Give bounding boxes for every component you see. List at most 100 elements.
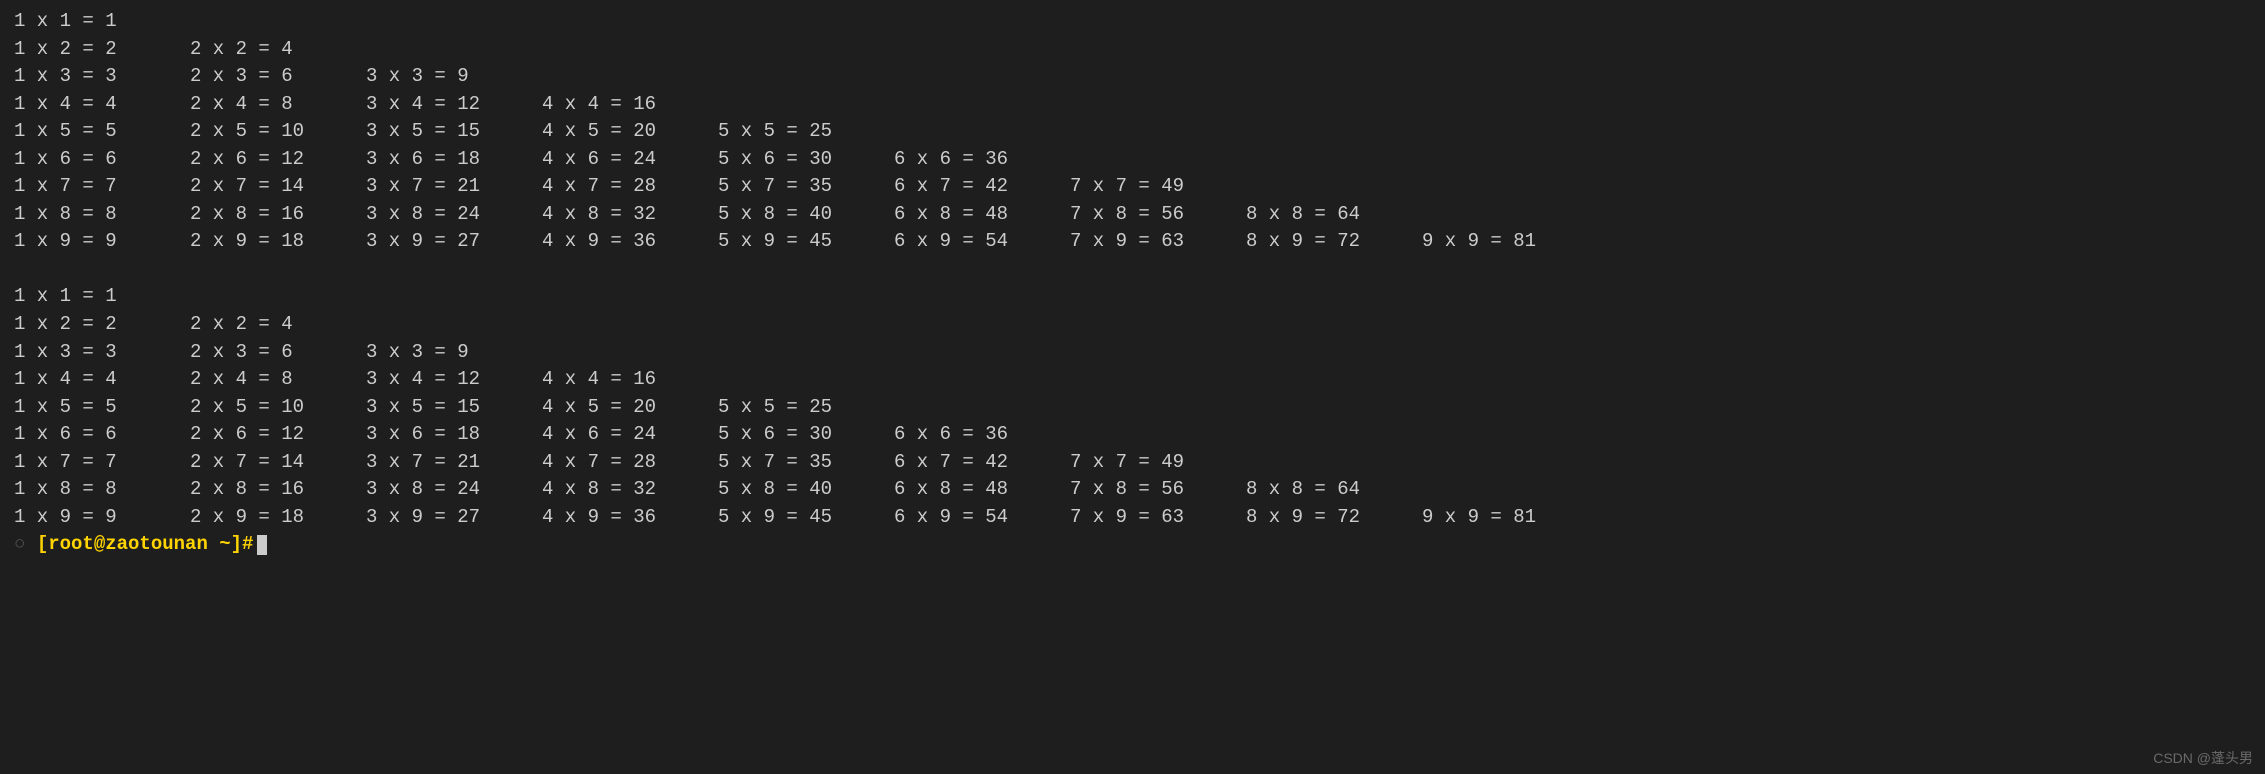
- mult-cell: 1 x 9 = 9: [14, 228, 190, 256]
- mult-cell: 6 x 6 = 36: [894, 146, 1070, 174]
- mult-cell: 4 x 7 = 28: [542, 449, 718, 477]
- mult-cell: 2 x 3 = 6: [190, 339, 366, 367]
- mult-cell: 8 x 9 = 72: [1246, 504, 1422, 532]
- mult-cell: 3 x 9 = 27: [366, 504, 542, 532]
- prompt-path: ~: [219, 533, 230, 555]
- mult-cell: 6 x 8 = 48: [894, 201, 1070, 229]
- mult-cell: 1 x 1 = 1: [14, 8, 190, 36]
- mult-cell: 4 x 9 = 36: [542, 504, 718, 532]
- prompt-suffix: ]#: [231, 533, 254, 555]
- mult-cell: 7 x 9 = 63: [1070, 228, 1246, 256]
- mult-cell: 2 x 2 = 4: [190, 311, 366, 339]
- mult-cell: 5 x 6 = 30: [718, 421, 894, 449]
- mult-cell: 2 x 8 = 16: [190, 476, 366, 504]
- terminal-output[interactable]: 1 x 1 = 11 x 2 = 22 x 2 = 41 x 3 = 32 x …: [0, 0, 2265, 567]
- mult-cell: 4 x 8 = 32: [542, 476, 718, 504]
- mult-cell: 2 x 7 = 14: [190, 173, 366, 201]
- output-row: 1 x 3 = 32 x 3 = 63 x 3 = 9: [14, 339, 2251, 367]
- mult-cell: 8 x 8 = 64: [1246, 201, 1422, 229]
- mult-cell: 3 x 4 = 12: [366, 366, 542, 394]
- mult-cell: 5 x 8 = 40: [718, 476, 894, 504]
- mult-cell: 2 x 3 = 6: [190, 63, 366, 91]
- mult-cell: 1 x 9 = 9: [14, 504, 190, 532]
- mult-cell: 4 x 4 = 16: [542, 366, 718, 394]
- mult-cell: 5 x 7 = 35: [718, 173, 894, 201]
- mult-cell: 1 x 6 = 6: [14, 421, 190, 449]
- mult-cell: 9 x 9 = 81: [1422, 504, 1598, 532]
- mult-cell: 4 x 5 = 20: [542, 118, 718, 146]
- mult-cell: 6 x 9 = 54: [894, 504, 1070, 532]
- mult-cell: 5 x 9 = 45: [718, 228, 894, 256]
- mult-cell: 2 x 7 = 14: [190, 449, 366, 477]
- output-row: 1 x 6 = 62 x 6 = 123 x 6 = 184 x 6 = 245…: [14, 146, 2251, 174]
- mult-cell: 1 x 5 = 5: [14, 118, 190, 146]
- mult-cell: 4 x 9 = 36: [542, 228, 718, 256]
- output-row: 1 x 3 = 32 x 3 = 63 x 3 = 9: [14, 63, 2251, 91]
- prompt-arrow-icon: ○: [14, 533, 25, 555]
- mult-cell: 5 x 7 = 35: [718, 449, 894, 477]
- output-row: 1 x 9 = 92 x 9 = 183 x 9 = 274 x 9 = 365…: [14, 504, 2251, 532]
- output-row: 1 x 8 = 82 x 8 = 163 x 8 = 244 x 8 = 325…: [14, 476, 2251, 504]
- output-row: 1 x 2 = 22 x 2 = 4: [14, 311, 2251, 339]
- output-row: 1 x 1 = 1: [14, 283, 2251, 311]
- mult-cell: 3 x 5 = 15: [366, 394, 542, 422]
- mult-cell: 5 x 9 = 45: [718, 504, 894, 532]
- mult-cell: 9 x 9 = 81: [1422, 228, 1598, 256]
- blank-line: [14, 256, 2251, 284]
- mult-cell: 3 x 6 = 18: [366, 146, 542, 174]
- prompt-user-host: [root@zaotounan: [37, 533, 219, 555]
- mult-cell: 4 x 5 = 20: [542, 394, 718, 422]
- mult-cell: 3 x 3 = 9: [366, 339, 542, 367]
- mult-cell: 1 x 7 = 7: [14, 173, 190, 201]
- mult-cell: 7 x 8 = 56: [1070, 476, 1246, 504]
- mult-cell: 2 x 5 = 10: [190, 118, 366, 146]
- mult-cell: 1 x 6 = 6: [14, 146, 190, 174]
- mult-cell: 3 x 6 = 18: [366, 421, 542, 449]
- mult-cell: 1 x 3 = 3: [14, 339, 190, 367]
- mult-cell: 6 x 6 = 36: [894, 421, 1070, 449]
- mult-cell: 3 x 7 = 21: [366, 173, 542, 201]
- mult-cell: 4 x 6 = 24: [542, 146, 718, 174]
- mult-cell: 4 x 8 = 32: [542, 201, 718, 229]
- mult-cell: 1 x 4 = 4: [14, 366, 190, 394]
- mult-cell: 5 x 5 = 25: [718, 394, 894, 422]
- mult-cell: 2 x 2 = 4: [190, 36, 366, 64]
- mult-cell: 6 x 8 = 48: [894, 476, 1070, 504]
- mult-cell: 4 x 7 = 28: [542, 173, 718, 201]
- mult-cell: 1 x 1 = 1: [14, 283, 190, 311]
- mult-cell: 8 x 8 = 64: [1246, 476, 1422, 504]
- output-row: 1 x 9 = 92 x 9 = 183 x 9 = 274 x 9 = 365…: [14, 228, 2251, 256]
- prompt-line[interactable]: ○ [root@zaotounan ~]#: [14, 531, 2251, 559]
- mult-cell: 8 x 9 = 72: [1246, 228, 1422, 256]
- mult-cell: 1 x 2 = 2: [14, 36, 190, 64]
- mult-cell: 7 x 7 = 49: [1070, 173, 1246, 201]
- output-row: 1 x 2 = 22 x 2 = 4: [14, 36, 2251, 64]
- mult-cell: 4 x 6 = 24: [542, 421, 718, 449]
- mult-cell: 3 x 4 = 12: [366, 91, 542, 119]
- output-row: 1 x 5 = 52 x 5 = 103 x 5 = 154 x 5 = 205…: [14, 118, 2251, 146]
- mult-cell: 3 x 8 = 24: [366, 476, 542, 504]
- mult-cell: 2 x 4 = 8: [190, 366, 366, 394]
- watermark: CSDN @蓬头男: [2153, 748, 2253, 768]
- mult-cell: 5 x 8 = 40: [718, 201, 894, 229]
- mult-cell: 1 x 3 = 3: [14, 63, 190, 91]
- mult-cell: 4 x 4 = 16: [542, 91, 718, 119]
- mult-cell: 7 x 9 = 63: [1070, 504, 1246, 532]
- output-row: 1 x 7 = 72 x 7 = 143 x 7 = 214 x 7 = 285…: [14, 449, 2251, 477]
- mult-cell: 3 x 8 = 24: [366, 201, 542, 229]
- mult-cell: 2 x 6 = 12: [190, 146, 366, 174]
- output-row: 1 x 4 = 42 x 4 = 83 x 4 = 124 x 4 = 16: [14, 366, 2251, 394]
- mult-cell: 1 x 8 = 8: [14, 201, 190, 229]
- mult-cell: 6 x 7 = 42: [894, 449, 1070, 477]
- mult-cell: 5 x 6 = 30: [718, 146, 894, 174]
- mult-cell: 1 x 7 = 7: [14, 449, 190, 477]
- cursor-icon: [257, 535, 267, 556]
- mult-cell: 1 x 8 = 8: [14, 476, 190, 504]
- mult-cell: 3 x 9 = 27: [366, 228, 542, 256]
- output-row: 1 x 8 = 82 x 8 = 163 x 8 = 244 x 8 = 325…: [14, 201, 2251, 229]
- output-row: 1 x 7 = 72 x 7 = 143 x 7 = 214 x 7 = 285…: [14, 173, 2251, 201]
- mult-cell: 2 x 4 = 8: [190, 91, 366, 119]
- mult-cell: 6 x 9 = 54: [894, 228, 1070, 256]
- mult-cell: 1 x 5 = 5: [14, 394, 190, 422]
- mult-cell: 2 x 5 = 10: [190, 394, 366, 422]
